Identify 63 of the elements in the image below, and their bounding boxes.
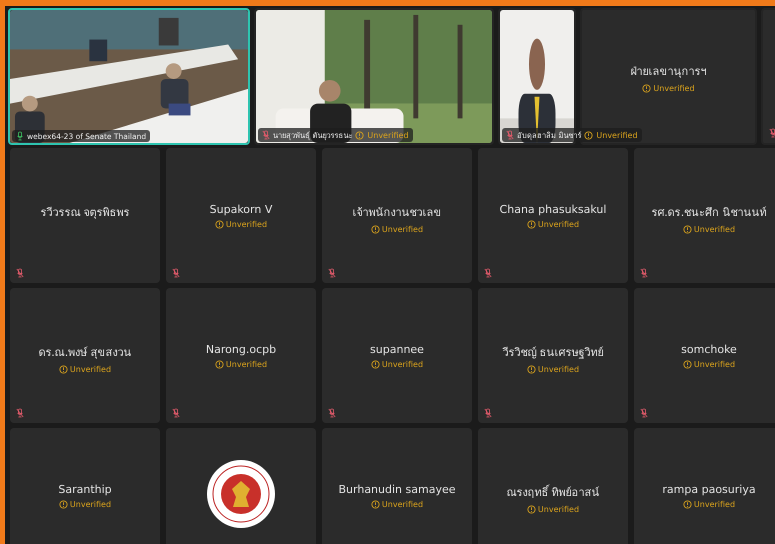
warning-icon xyxy=(682,360,692,369)
participant-tile[interactable]: ณรงฤทธิ์ ทิพย์อาสน์ Unverified xyxy=(478,428,628,544)
participant-name: เจ้าพนักงานชวเลข xyxy=(352,205,442,221)
status-text: Unverified xyxy=(653,84,695,93)
participant-tile[interactable]: เจ้าพนักงานชวเลข Unverified xyxy=(322,148,472,283)
participant-name: Burhanudin samayee xyxy=(338,483,456,496)
participant-name: รศ.ดร.ชนะศึก นิชานนท์ xyxy=(651,205,767,221)
participant-name: Saranthip xyxy=(58,483,112,496)
warning-icon xyxy=(682,500,692,509)
participant-name: rampa paosuriya xyxy=(662,483,756,496)
status-text: Unverified xyxy=(367,130,409,140)
participant-tile[interactable]: somchoke Unverified xyxy=(634,288,775,423)
participant-tile[interactable] xyxy=(166,428,316,544)
participant-tile[interactable]: ดร.ณ.พงษ์ สุขสงวน Unverified xyxy=(10,288,160,423)
status-text: Unverified xyxy=(70,365,112,374)
status-text: Unverified xyxy=(382,500,424,509)
status-text: Unverified xyxy=(226,220,268,229)
participant-tile[interactable]: วีรวิชญ์ ธนเศรษฐวิทย์ Unverified xyxy=(478,288,628,423)
warning-icon xyxy=(642,84,652,93)
status-text: Unverified xyxy=(382,225,424,234)
participant-name: Chana phasuksakul xyxy=(500,203,606,216)
status-text: Unverified xyxy=(70,500,112,509)
warning-icon xyxy=(370,500,380,509)
participant-tile[interactable]: Supakorn V Unverified xyxy=(166,148,316,283)
status-text: Unverified xyxy=(596,130,638,140)
participant-name: ฝ่ายเลขานุการฯ xyxy=(630,64,706,80)
status-text: Unverified xyxy=(694,500,736,509)
warning-icon xyxy=(58,365,68,374)
participant-name: รวีวรรณ จตุรพิธพร xyxy=(40,205,130,221)
participant-name: supannee xyxy=(370,343,424,356)
warning-icon xyxy=(355,130,364,140)
participant-tile[interactable]: Burhanudin samayee Unverified xyxy=(322,428,472,544)
participant-name: วีรวิชญ์ ธนเศรษฐวิทย์ xyxy=(502,345,604,361)
warning-icon xyxy=(370,360,380,369)
participant-tile[interactable]: Chana phasuksakul Unverified xyxy=(478,148,628,283)
status-text: Unverified xyxy=(538,220,580,229)
warning-icon xyxy=(370,225,380,234)
status-text: Unverified xyxy=(538,365,580,374)
video-tile[interactable] xyxy=(761,8,775,145)
warning-icon xyxy=(526,365,536,374)
warning-icon xyxy=(584,130,594,140)
status-text: Unverified xyxy=(694,225,736,234)
participant-name: Supakorn V xyxy=(210,203,272,216)
warning-icon xyxy=(214,360,224,369)
participant-tile[interactable]: supannee Unverified xyxy=(322,288,472,423)
warning-icon xyxy=(682,225,692,234)
status-text: Unverified xyxy=(382,360,424,369)
participant-name: somchoke xyxy=(681,343,737,356)
warning-icon xyxy=(526,505,536,514)
participant-tile[interactable]: Saranthip Unverified xyxy=(10,428,160,544)
participant-tile[interactable]: รศ.ดร.ชนะศึก นิชานนท์ Unverified xyxy=(634,148,775,283)
warning-icon xyxy=(214,220,224,229)
status-text: Unverified xyxy=(694,360,736,369)
warning-icon xyxy=(526,220,536,229)
participant-name: Narong.ocpb xyxy=(206,343,276,356)
status-text: Unverified xyxy=(538,505,580,514)
participant-tile[interactable]: Narong.ocpb Unverified xyxy=(166,288,316,423)
participant-name: ดร.ณ.พงษ์ สุขสงวน xyxy=(38,345,132,361)
status-text: Unverified xyxy=(226,360,268,369)
participant-name: ณรงฤทธิ์ ทิพย์อาสน์ xyxy=(506,484,600,501)
participant-tile[interactable]: rampa paosuriya Unverified xyxy=(634,428,775,544)
participant-tile[interactable]: รวีวรรณ จตุรพิธพร xyxy=(10,148,160,283)
warning-icon xyxy=(58,500,68,509)
